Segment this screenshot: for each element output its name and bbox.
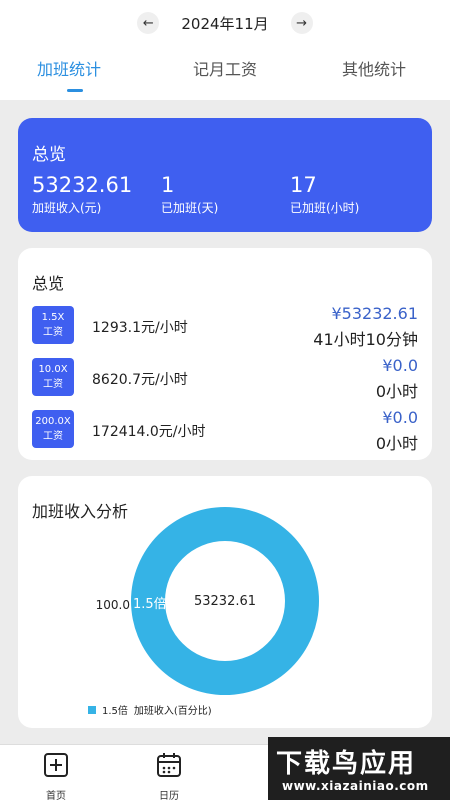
nav-home-label: 首页 [46, 791, 66, 800]
tab-overtime-stats[interactable]: 加班统计 [37, 56, 101, 80]
rate-amount: ¥0.0 [382, 356, 418, 375]
rate-row-10x[interactable]: 10.0X 工资 8620.7元/小时 ¥0.0 0小时 [18, 356, 432, 402]
donut-value-label: 100.0 [96, 598, 130, 612]
plus-square-icon [44, 753, 68, 777]
rate-time: 0小时 [375, 434, 418, 453]
tab-bar: 加班统计 记月工资 其他统计 [0, 56, 450, 92]
income-donut-chart: 53232.61 1.5倍 100.0 [96, 506, 319, 696]
rate-badge: 1.5X 工资 [32, 306, 74, 344]
nav-calendar[interactable]: 日历 [139, 751, 199, 800]
rate-price: 1293.1元/小时 [92, 320, 188, 336]
rate-price: 172414.0元/小时 [92, 424, 206, 440]
rate-multiplier: 200.0X [35, 416, 71, 427]
watermark-title: 下载鸟应用 [276, 749, 417, 779]
stat-hours: 17 已加班(小时) [290, 173, 359, 216]
rate-time: 0小时 [375, 382, 418, 401]
top-header: ← 2024年11月 → 加班统计 记月工资 其他统计 [0, 0, 450, 100]
analysis-card: 加班收入分析 53232.61 1.5倍 100.0 1.5倍 加班收入(百分比… [18, 476, 432, 728]
legend-series-text: 加班收入(百分比) [133, 706, 212, 717]
stat-income-value: 53232.61 [32, 173, 133, 197]
month-selector: ← 2024年11月 → [0, 8, 450, 38]
rate-time: 41小时10分钟 [313, 330, 418, 349]
stat-days-value: 1 [161, 173, 175, 197]
watermark-url: www.xiazainiao.com [282, 779, 429, 793]
rate-unit: 工资 [43, 327, 63, 338]
rate-amount: ¥53232.61 [331, 304, 418, 323]
summary-card: 总览 53232.61 加班收入(元) 1 已加班(天) 17 已加班(小时) [18, 118, 432, 232]
stat-hours-label: 已加班(小时) [290, 201, 360, 215]
rate-badge: 10.0X 工资 [32, 358, 74, 396]
active-tab-indicator [67, 89, 83, 92]
legend-swatch [88, 705, 96, 714]
tab-other-stats[interactable]: 其他统计 [342, 56, 406, 80]
rate-amount: ¥0.0 [382, 408, 418, 427]
calendar-icon [157, 753, 181, 777]
donut-center-label: 53232.61 [194, 594, 256, 609]
next-month-button[interactable]: → [290, 12, 313, 34]
rate-badge: 200.0X 工资 [32, 410, 74, 448]
stat-income-label: 加班收入(元) [32, 201, 102, 215]
nav-calendar-label: 日历 [159, 791, 179, 800]
rate-row-1-5x[interactable]: 1.5X 工资 1293.1元/小时 ¥53232.61 41小时10分钟 [18, 304, 432, 350]
arrow-left-icon: ← [142, 15, 154, 31]
arrow-right-icon: → [296, 15, 308, 31]
stat-hours-value: 17 [290, 173, 317, 197]
tab-monthly-salary[interactable]: 记月工资 [193, 56, 257, 80]
rates-card: 总览 1.5X 工资 1293.1元/小时 ¥53232.61 41小时10分钟… [18, 248, 432, 460]
rate-multiplier: 1.5X [41, 312, 65, 323]
rates-title: 总览 [32, 274, 65, 293]
rate-unit: 工资 [43, 431, 63, 442]
stat-income: 53232.61 加班收入(元) [32, 173, 132, 216]
rate-row-200x[interactable]: 200.0X 工资 172414.0元/小时 ¥0.0 0小时 [18, 408, 432, 454]
rate-unit: 工资 [43, 379, 63, 390]
month-label[interactable]: 2024年11月 [181, 13, 268, 34]
stat-days-label: 已加班(天) [161, 201, 219, 215]
summary-title: 总览 [32, 145, 66, 165]
legend-series-name: 1.5倍 [102, 706, 128, 717]
prev-month-button[interactable]: ← [137, 12, 160, 34]
rate-multiplier: 10.0X [38, 364, 68, 375]
rate-price: 8620.7元/小时 [92, 372, 188, 388]
chart-legend[interactable]: 1.5倍 加班收入(百分比) [88, 702, 212, 717]
watermark-logo: 下载鸟应用 www.xiazainiao.com [268, 737, 450, 800]
stat-days: 1 已加班(天) [161, 173, 218, 216]
nav-home[interactable]: 首页 [26, 751, 86, 800]
donut-slice-label: 1.5倍 [133, 597, 167, 612]
